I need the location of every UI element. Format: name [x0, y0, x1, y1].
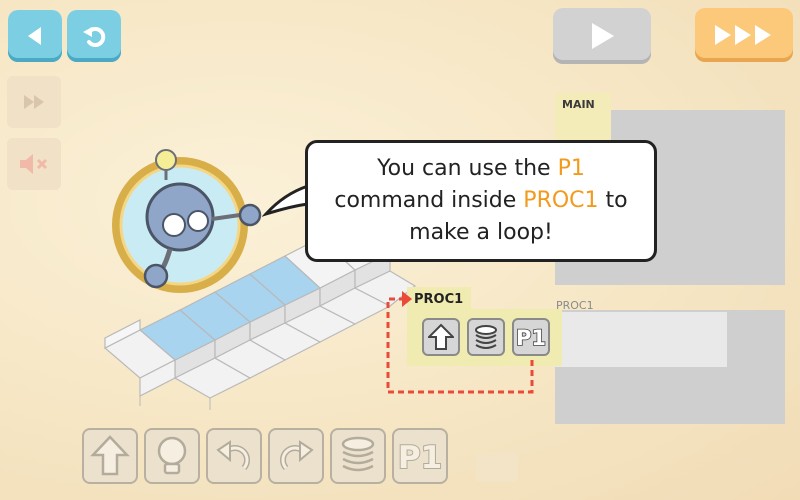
turn-left-icon — [216, 440, 251, 470]
step-button[interactable] — [7, 76, 61, 128]
palette-jump-command[interactable] — [330, 428, 386, 484]
spring-icon — [341, 436, 375, 472]
palette-p1-command[interactable]: P1 — [392, 428, 448, 484]
speech-line1-a: You can use the — [377, 156, 558, 182]
step-icon — [24, 95, 44, 109]
speech-text: You can use the P1 command inside PROC1 … — [334, 153, 627, 249]
palette-p1-label: P1 — [398, 440, 442, 476]
robot-portrait — [112, 149, 262, 293]
palette-light-command[interactable] — [144, 428, 200, 484]
triple-arrow-icon — [715, 25, 771, 45]
bulb-icon — [157, 436, 187, 475]
mute-button[interactable] — [7, 138, 61, 190]
speech-line2-c: to — [598, 188, 628, 214]
palette-forward-command[interactable] — [82, 428, 138, 484]
loop-arrow — [386, 291, 534, 394]
speech-p1-highlight: P1 — [557, 156, 585, 182]
palette-p1-graphic: P1 — [397, 439, 443, 476]
palette-turn-left-command[interactable] — [206, 428, 262, 484]
play-icon — [592, 23, 614, 49]
back-button[interactable] — [8, 10, 62, 62]
arrow-left-icon — [28, 27, 41, 45]
speech-line3: make a loop! — [409, 219, 553, 245]
palette-turn-right-command[interactable] — [268, 428, 324, 484]
palette-empty-slot — [476, 452, 518, 482]
speech-line2-a: command inside — [334, 188, 524, 214]
undo-icon — [83, 27, 106, 47]
speech-bubble: You can use the P1 command inside PROC1 … — [305, 140, 657, 262]
speech-proc1-highlight: PROC1 — [523, 188, 599, 214]
fast-forward-button[interactable] — [695, 8, 793, 62]
undo-button[interactable] — [67, 10, 121, 62]
turn-right-icon — [279, 440, 314, 470]
arrow-up-icon — [90, 435, 130, 476]
play-button[interactable] — [553, 8, 651, 64]
main-label: MAIN — [562, 98, 595, 111]
proc1-slots-row — [555, 312, 727, 367]
speaker-muted-icon — [20, 154, 48, 174]
